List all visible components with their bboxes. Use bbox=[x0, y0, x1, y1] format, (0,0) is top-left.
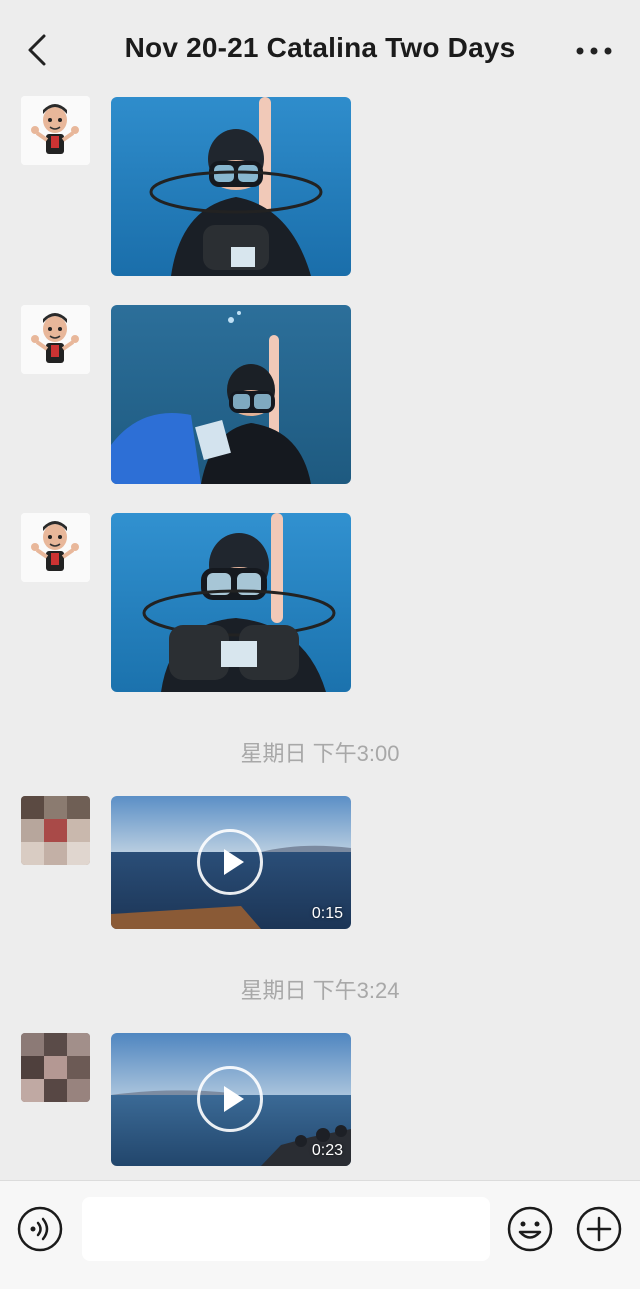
message-list[interactable]: 星期日 下午3:00 0:15 星期日 下午3:24 0:23 bbox=[0, 96, 640, 1180]
cartoon-avatar-icon bbox=[21, 513, 90, 582]
play-icon[interactable] bbox=[197, 829, 263, 895]
diver-photo-image bbox=[111, 513, 351, 692]
cartoon-avatar-icon bbox=[21, 96, 90, 165]
blurred-avatar-icon bbox=[21, 1033, 90, 1102]
voice-button[interactable] bbox=[16, 1205, 64, 1253]
sender-avatar[interactable] bbox=[21, 305, 90, 374]
more-button[interactable] bbox=[572, 40, 616, 62]
voice-icon bbox=[17, 1206, 63, 1252]
emoji-button[interactable] bbox=[506, 1205, 554, 1253]
image-message[interactable] bbox=[111, 305, 351, 484]
message-timestamp: 星期日 下午3:00 bbox=[240, 741, 400, 766]
video-duration: 0:15 bbox=[311, 905, 343, 922]
diver-photo-image bbox=[111, 97, 351, 276]
cartoon-avatar-icon bbox=[21, 305, 90, 374]
plus-button[interactable] bbox=[575, 1205, 623, 1253]
video-message[interactable]: 0:23 bbox=[111, 1033, 351, 1166]
video-duration: 0:23 bbox=[311, 1142, 343, 1159]
ellipsis-icon bbox=[576, 47, 612, 55]
diver-photo-image bbox=[111, 305, 351, 484]
sender-avatar[interactable] bbox=[21, 513, 90, 582]
chat-title: Nov 20-21 Catalina Two Days bbox=[124, 32, 516, 63]
emoji-icon bbox=[507, 1206, 553, 1252]
sender-avatar[interactable] bbox=[21, 1033, 90, 1102]
video-message[interactable]: 0:15 bbox=[111, 796, 351, 929]
sender-avatar[interactable] bbox=[21, 796, 90, 865]
message-timestamp: 星期日 下午3:24 bbox=[240, 978, 400, 1003]
image-message[interactable] bbox=[111, 97, 351, 276]
message-input[interactable] bbox=[82, 1197, 490, 1261]
input-bar bbox=[0, 1180, 640, 1289]
plus-icon bbox=[576, 1206, 622, 1252]
blurred-avatar-icon bbox=[21, 796, 90, 865]
sender-avatar[interactable] bbox=[21, 96, 90, 165]
image-message[interactable] bbox=[111, 513, 351, 692]
play-icon[interactable] bbox=[197, 1066, 263, 1132]
chat-header: Nov 20-21 Catalina Two Days bbox=[0, 0, 640, 100]
